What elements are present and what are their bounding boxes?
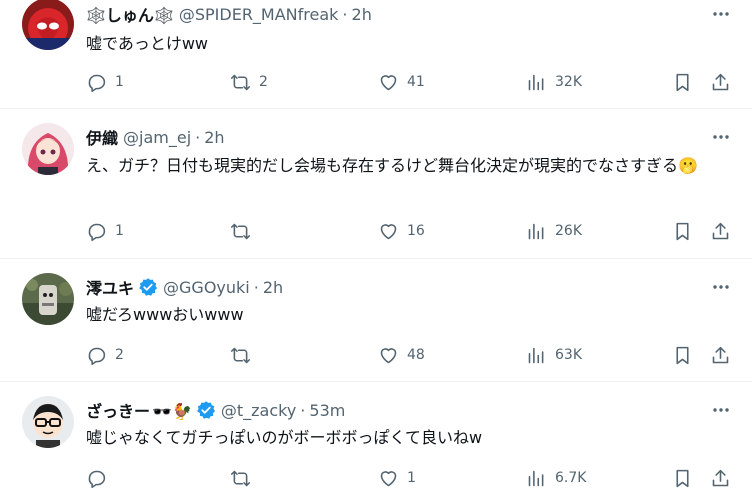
retweet-icon (230, 470, 251, 486)
like-button[interactable]: 16 (378, 219, 425, 243)
user-handle[interactable]: @SPIDER_MANfreak (179, 5, 339, 24)
heart-icon (380, 74, 397, 90)
display-name[interactable]: 🕸️しゅん🕸️ (86, 2, 174, 26)
more-icon[interactable] (706, 2, 736, 26)
bookmark-button[interactable] (672, 466, 693, 490)
views-icon (528, 74, 544, 90)
tweet-actions: 1 16 26K (0, 219, 752, 243)
tweet[interactable]: 伊織 @jam_ej · 2h え、ガチ？日付も現実的だし会場も存在するけど舞台… (0, 109, 752, 258)
timestamp[interactable]: 2h (263, 278, 283, 297)
separator-dot: · (342, 4, 348, 24)
share-button[interactable] (710, 343, 731, 367)
views-count: 63K (555, 347, 582, 363)
reply-icon (88, 347, 106, 365)
views-button[interactable]: 32K (526, 70, 582, 94)
user-handle[interactable]: @GGOyuki (163, 278, 250, 297)
display-name[interactable]: 伊織 (86, 125, 118, 149)
reply-count: 1 (115, 74, 124, 90)
reply-button[interactable]: 1 (86, 70, 124, 94)
timestamp[interactable]: 53m (309, 401, 345, 420)
retweet-button[interactable] (230, 343, 259, 367)
verified-badge-icon (196, 400, 216, 420)
user-handle[interactable]: @t_zacky (221, 401, 296, 420)
share-icon (712, 73, 729, 90)
separator-dot: · (195, 127, 201, 147)
retweet-icon (230, 74, 251, 90)
user-handle[interactable]: @jam_ej (123, 128, 191, 147)
verified-badge-icon (138, 277, 158, 297)
tweet-text: 嘘だろwwwおいwww (86, 305, 244, 324)
tweet-text: 嘘であっとけww (86, 34, 209, 53)
separator-dot: · (253, 277, 259, 297)
avatar[interactable] (22, 396, 74, 448)
retweet-icon (230, 223, 251, 239)
avatar[interactable] (22, 273, 74, 325)
reply-button[interactable] (86, 466, 115, 490)
avatar[interactable] (22, 0, 74, 50)
views-count: 32K (555, 74, 582, 90)
like-button[interactable]: 41 (378, 70, 425, 94)
bookmark-icon (676, 222, 689, 240)
more-icon[interactable] (706, 275, 736, 299)
separator-dot: · (300, 400, 306, 420)
tweet-actions: 2 48 63K (0, 343, 752, 367)
reply-count: 2 (115, 347, 124, 363)
views-icon (528, 223, 544, 239)
share-button[interactable] (710, 466, 731, 490)
share-button[interactable] (710, 70, 731, 94)
more-icon[interactable] (706, 398, 736, 422)
tweet[interactable]: 🕸️しゅん🕸️ @SPIDER_MANfreak · 2h 嘘であっとけww 1… (0, 0, 752, 108)
display-name[interactable]: 澪ユキ (86, 275, 134, 299)
share-button[interactable] (710, 219, 731, 243)
share-icon (712, 222, 729, 239)
retweet-button[interactable]: 2 (230, 70, 268, 94)
reply-icon (88, 74, 106, 92)
tweet[interactable]: 澪ユキ @GGOyuki · 2h 嘘だろwwwおいwww 2 48 63K (0, 259, 752, 381)
heart-icon (380, 223, 397, 239)
bookmark-icon (676, 73, 689, 91)
bookmark-icon (676, 469, 689, 487)
reply-button[interactable]: 1 (86, 219, 124, 243)
tweet-text: え、ガチ？日付も現実的だし会場も存在するけど舞台化決定が現実的でなさすぎる🫢 (86, 156, 698, 175)
timestamp[interactable]: 2h (352, 5, 372, 24)
views-count: 6.7K (555, 470, 587, 486)
avatar[interactable] (22, 123, 74, 175)
heart-icon (380, 470, 397, 486)
reply-icon (88, 223, 106, 241)
retweet-button[interactable] (230, 219, 259, 243)
share-icon (712, 469, 729, 486)
tweet[interactable]: ざっきー 🕶️🐓 @t_zacky · 53m 嘘じゃなくてガチっぽいのがボーボボ… (0, 382, 752, 496)
like-button[interactable]: 1 (378, 466, 416, 490)
retweet-button[interactable] (230, 466, 259, 490)
like-count: 1 (407, 470, 416, 486)
tweet-actions: 1 6.7K (0, 466, 752, 490)
bookmark-icon (676, 346, 689, 364)
like-count: 41 (407, 74, 425, 90)
views-icon (528, 470, 544, 486)
timestamp[interactable]: 2h (204, 128, 224, 147)
like-button[interactable]: 48 (378, 343, 425, 367)
like-count: 48 (407, 347, 425, 363)
views-button[interactable]: 63K (526, 343, 582, 367)
heart-icon (380, 347, 397, 363)
reply-icon (88, 470, 106, 488)
tweet-actions: 1 2 41 32K (0, 70, 752, 94)
views-button[interactable]: 26K (526, 219, 582, 243)
views-button[interactable]: 6.7K (526, 466, 586, 490)
display-name[interactable]: ざっきー 🕶️🐓 (86, 398, 192, 422)
more-icon[interactable] (706, 125, 736, 149)
reply-button[interactable]: 2 (86, 343, 124, 367)
views-icon (528, 347, 544, 363)
views-count: 26K (555, 223, 582, 239)
bookmark-button[interactable] (672, 70, 693, 94)
bookmark-button[interactable] (672, 343, 693, 367)
retweet-icon (230, 347, 251, 363)
like-count: 16 (407, 223, 425, 239)
share-icon (712, 346, 729, 363)
bookmark-button[interactable] (672, 219, 693, 243)
retweet-count: 2 (259, 74, 268, 90)
reply-count: 1 (115, 223, 124, 239)
tweet-text: 嘘じゃなくてガチっぽいのがボーボボっぽくて良いねw (86, 428, 483, 447)
